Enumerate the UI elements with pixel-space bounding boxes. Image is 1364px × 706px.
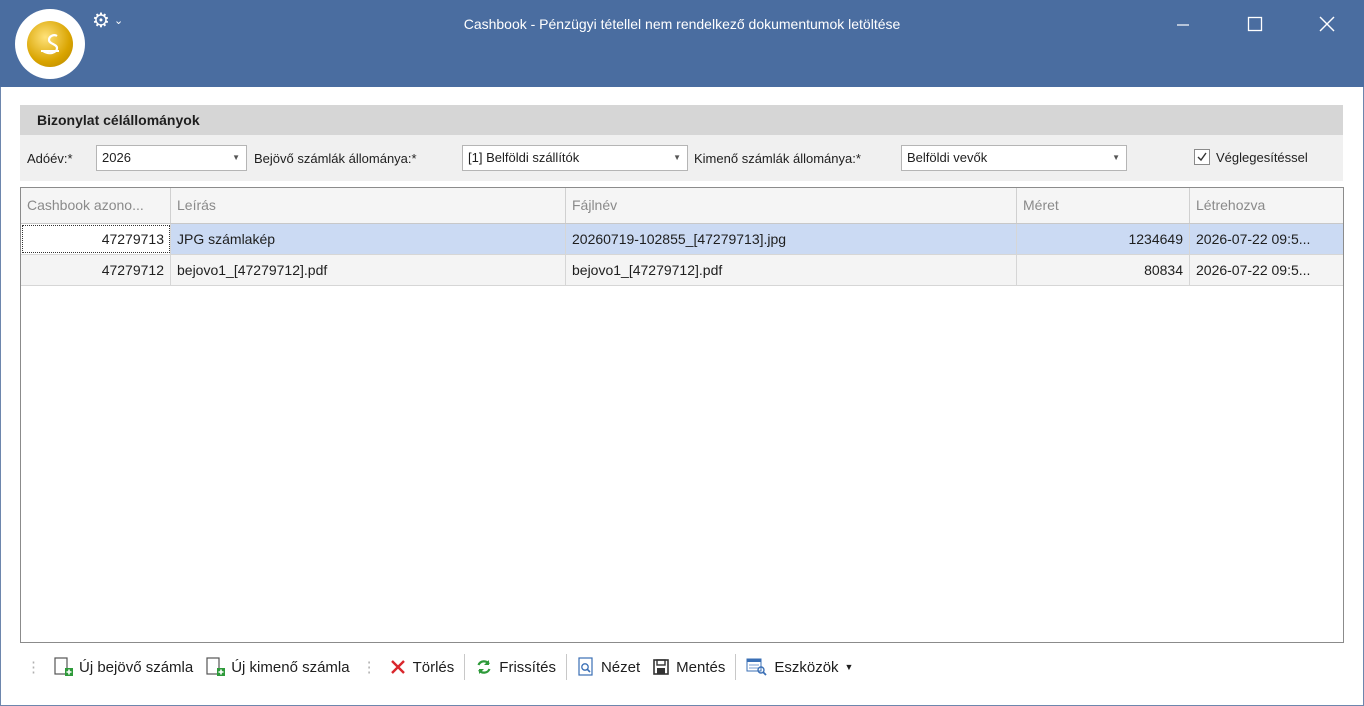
finalize-checkbox[interactable]: Véglegesítéssel — [1194, 149, 1308, 165]
outgoing-value: Belföldi vevők — [907, 150, 987, 165]
new-incoming-invoice-button[interactable]: Új bejövő számla — [47, 653, 199, 681]
tools-menu-button[interactable]: Eszközök ▼ — [740, 653, 859, 681]
close-icon — [1319, 16, 1335, 32]
year-label: Adóév:* — [27, 151, 73, 166]
close-button[interactable] — [1307, 8, 1347, 40]
dropdown-arrow-icon: ▼ — [845, 662, 854, 672]
table-row[interactable]: 47279713 JPG számlakép 20260719-102855_[… — [21, 224, 1343, 255]
column-header-size[interactable]: Méret — [1017, 188, 1190, 223]
refresh-icon — [475, 658, 493, 676]
save-label: Mentés — [676, 659, 725, 676]
maximize-icon — [1247, 16, 1263, 32]
title-bar: ⚙ ⌄ Cashbook - Pénzügyi tétellel nem ren… — [0, 0, 1364, 87]
toolbar-grip[interactable]: ⋮ — [362, 658, 375, 676]
new-incoming-label: Új bejövő számla — [79, 659, 193, 676]
cell-size[interactable]: 1234649 — [1017, 224, 1190, 254]
delete-icon — [389, 658, 407, 676]
dropdown-arrow-icon: ▼ — [1112, 146, 1120, 170]
view-label: Nézet — [601, 659, 640, 676]
window-title: Cashbook - Pénzügyi tétellel nem rendelk… — [0, 16, 1364, 32]
column-header-filename[interactable]: Fájlnév — [566, 188, 1017, 223]
save-button[interactable]: Mentés — [646, 653, 731, 681]
cell-description[interactable]: JPG számlakép — [171, 224, 566, 254]
year-value: 2026 — [102, 150, 131, 165]
target-files-group: Bizonylat célállományok Adóév:* 2026 ▼ B… — [20, 105, 1343, 181]
incoming-select[interactable]: [1] Belföldi szállítók ▼ — [462, 145, 688, 171]
filter-bar: Adóév:* 2026 ▼ Bejövő számlák állománya:… — [20, 135, 1343, 181]
minimize-icon — [1176, 17, 1190, 31]
cell-id[interactable]: 47279712 — [21, 255, 171, 285]
tools-icon — [746, 657, 768, 677]
cell-created[interactable]: 2026-07-22 09:5... — [1190, 224, 1343, 254]
new-document-icon — [205, 656, 225, 678]
table-row[interactable]: 47279712 bejovo1_[47279712].pdf bejovo1_… — [21, 255, 1343, 286]
toolbar-grip[interactable]: ⋮ — [26, 658, 39, 676]
refresh-label: Frissítés — [499, 659, 556, 676]
dropdown-arrow-icon: ▼ — [673, 146, 681, 170]
maximize-button[interactable] — [1235, 8, 1275, 40]
toolbar-separator — [735, 654, 736, 680]
view-icon — [577, 657, 595, 677]
group-header: Bizonylat célállományok — [20, 105, 1343, 135]
new-outgoing-invoice-button[interactable]: Új kimenő számla — [199, 653, 355, 681]
outgoing-label: Kimenő számlák állománya:* — [694, 151, 861, 166]
refresh-button[interactable]: Frissítés — [469, 653, 562, 681]
documents-grid[interactable]: Cashbook azono... Leírás Fájlnév Méret L… — [20, 187, 1344, 643]
cell-id[interactable]: 47279713 — [21, 224, 171, 254]
finalize-label: Véglegesítéssel — [1216, 150, 1308, 165]
year-select[interactable]: 2026 ▼ — [96, 145, 247, 171]
new-outgoing-label: Új kimenő számla — [231, 659, 349, 676]
outgoing-select[interactable]: Belföldi vevők ▼ — [901, 145, 1127, 171]
cell-size[interactable]: 80834 — [1017, 255, 1190, 285]
cell-description[interactable]: bejovo1_[47279712].pdf — [171, 255, 566, 285]
grid-header: Cashbook azono... Leírás Fájlnév Méret L… — [21, 188, 1343, 224]
incoming-label: Bejövő számlák állománya:* — [254, 151, 417, 166]
toolbar-separator — [566, 654, 567, 680]
bottom-toolbar: ⋮ Új bejövő számla Új kimenő számla ⋮ Tö… — [20, 650, 1344, 684]
incoming-value: [1] Belföldi szállítók — [468, 150, 579, 165]
column-header-description[interactable]: Leírás — [171, 188, 566, 223]
column-header-id[interactable]: Cashbook azono... — [21, 188, 171, 223]
view-button[interactable]: Nézet — [571, 653, 646, 681]
delete-button[interactable]: Törlés — [383, 653, 461, 681]
checkbox-box — [1194, 149, 1210, 165]
delete-label: Törlés — [413, 659, 455, 676]
toolbar-separator — [464, 654, 465, 680]
minimize-button[interactable] — [1163, 8, 1203, 40]
cell-filename[interactable]: 20260719-102855_[47279713].jpg — [566, 224, 1017, 254]
tools-label: Eszközök — [774, 659, 838, 676]
column-header-created[interactable]: Létrehozva — [1190, 188, 1343, 223]
dropdown-arrow-icon: ▼ — [232, 146, 240, 170]
cell-created[interactable]: 2026-07-22 09:5... — [1190, 255, 1343, 285]
new-document-icon — [53, 656, 73, 678]
check-icon — [1196, 151, 1208, 163]
cell-filename[interactable]: bejovo1_[47279712].pdf — [566, 255, 1017, 285]
save-icon — [652, 658, 670, 676]
